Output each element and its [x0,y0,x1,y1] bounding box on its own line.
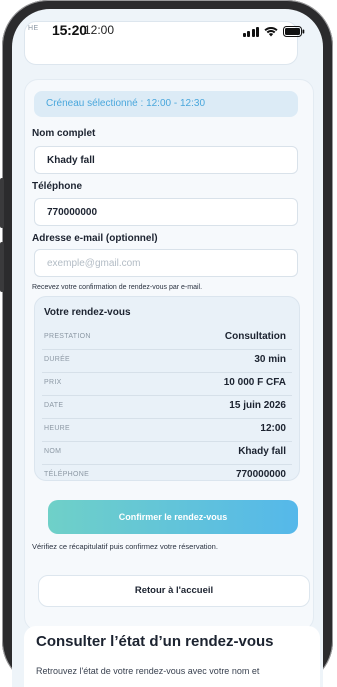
summary-row: PRESTATION Consultation [34,327,298,349]
consult-subtitle: Retrouvez l'état de votre rendez-vous av… [36,666,260,676]
summary-key: TÉLÉPHONE [44,471,90,478]
summary-key: HEURE [44,425,71,432]
phone-label: Téléphone [32,181,83,192]
wifi-icon [264,26,278,37]
confirm-appointment-button[interactable]: Confirmer le rendez-vous [48,500,298,534]
summary-value: 10 000 F CFA [223,377,286,388]
summary-value: Consultation [224,331,286,342]
name-label: Nom complet [32,128,96,139]
email-label: Adresse e-mail (optionnel) [32,233,158,244]
status-time: 15:20 [52,22,87,38]
summary-value: 12:00 [260,423,286,434]
summary-value: 15 juin 2026 [229,400,286,411]
verify-note: Vérifiez ce récapitulatif puis confirmez… [32,542,218,551]
summary-value: 30 min [254,354,286,365]
summary-key: DURÉE [44,356,71,363]
email-input[interactable] [34,249,298,277]
summary-row: TÉLÉPHONE 770000000 [34,465,298,487]
status-icons [242,26,306,37]
summary-key: DATE [44,402,64,409]
silent-switch [0,178,4,228]
summary-row: DATE 15 juin 2026 [34,396,298,418]
status-bar: 15:20 [12,9,323,57]
screen: HE 12:00 15:20 Créneau sélectionné : 12:… [12,9,323,687]
summary-value: Khady fall [238,446,286,457]
signal-icon [242,26,259,37]
selected-slot-badge: Créneau sélectionné : 12:00 - 12:30 [34,91,298,117]
summary-value: 770000000 [235,469,286,480]
phone-input[interactable] [34,198,298,226]
summary-title: Votre rendez-vous [44,307,131,318]
email-hint: Recevez votre confirmation de rendez-vou… [32,284,203,291]
name-input[interactable] [34,146,298,174]
consult-title: Consulter l’état d’un rendez-vous [36,633,274,650]
summary-key: NOM [44,448,62,455]
summary-key: PRIX [44,379,62,386]
volume-button [0,242,4,292]
summary-row: NOM Khady fall [34,442,298,464]
summary-row: HEURE 12:00 [34,419,298,441]
summary-row: PRIX 10 000 F CFA [34,373,298,395]
battery-icon [283,26,305,37]
summary-key: PRESTATION [44,333,91,340]
summary-row: DURÉE 30 min [34,350,298,372]
back-home-button[interactable]: Retour à l'accueil [38,575,310,607]
